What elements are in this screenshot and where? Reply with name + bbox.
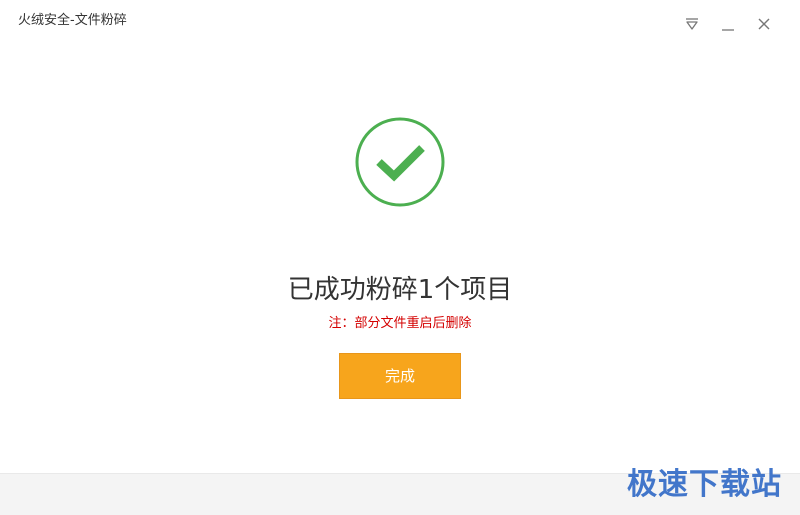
app-window: 火绒安全-文件粉碎 已成功粉碎1个项目 注：部分文件重启后删除 完成 极速下载站 [0,0,800,515]
checkmark-circle-icon [354,116,446,208]
close-icon[interactable] [754,14,774,34]
menu-triangle-icon[interactable] [682,14,702,34]
done-button[interactable]: 完成 [339,353,461,399]
minimize-icon[interactable] [718,14,738,34]
result-message: 已成功粉碎1个项目 [287,275,513,305]
window-title: 火绒安全-文件粉碎 [18,13,127,28]
site-watermark: 极速下载站 [627,467,782,502]
restart-note: 注：部分文件重启后删除 [328,316,472,331]
